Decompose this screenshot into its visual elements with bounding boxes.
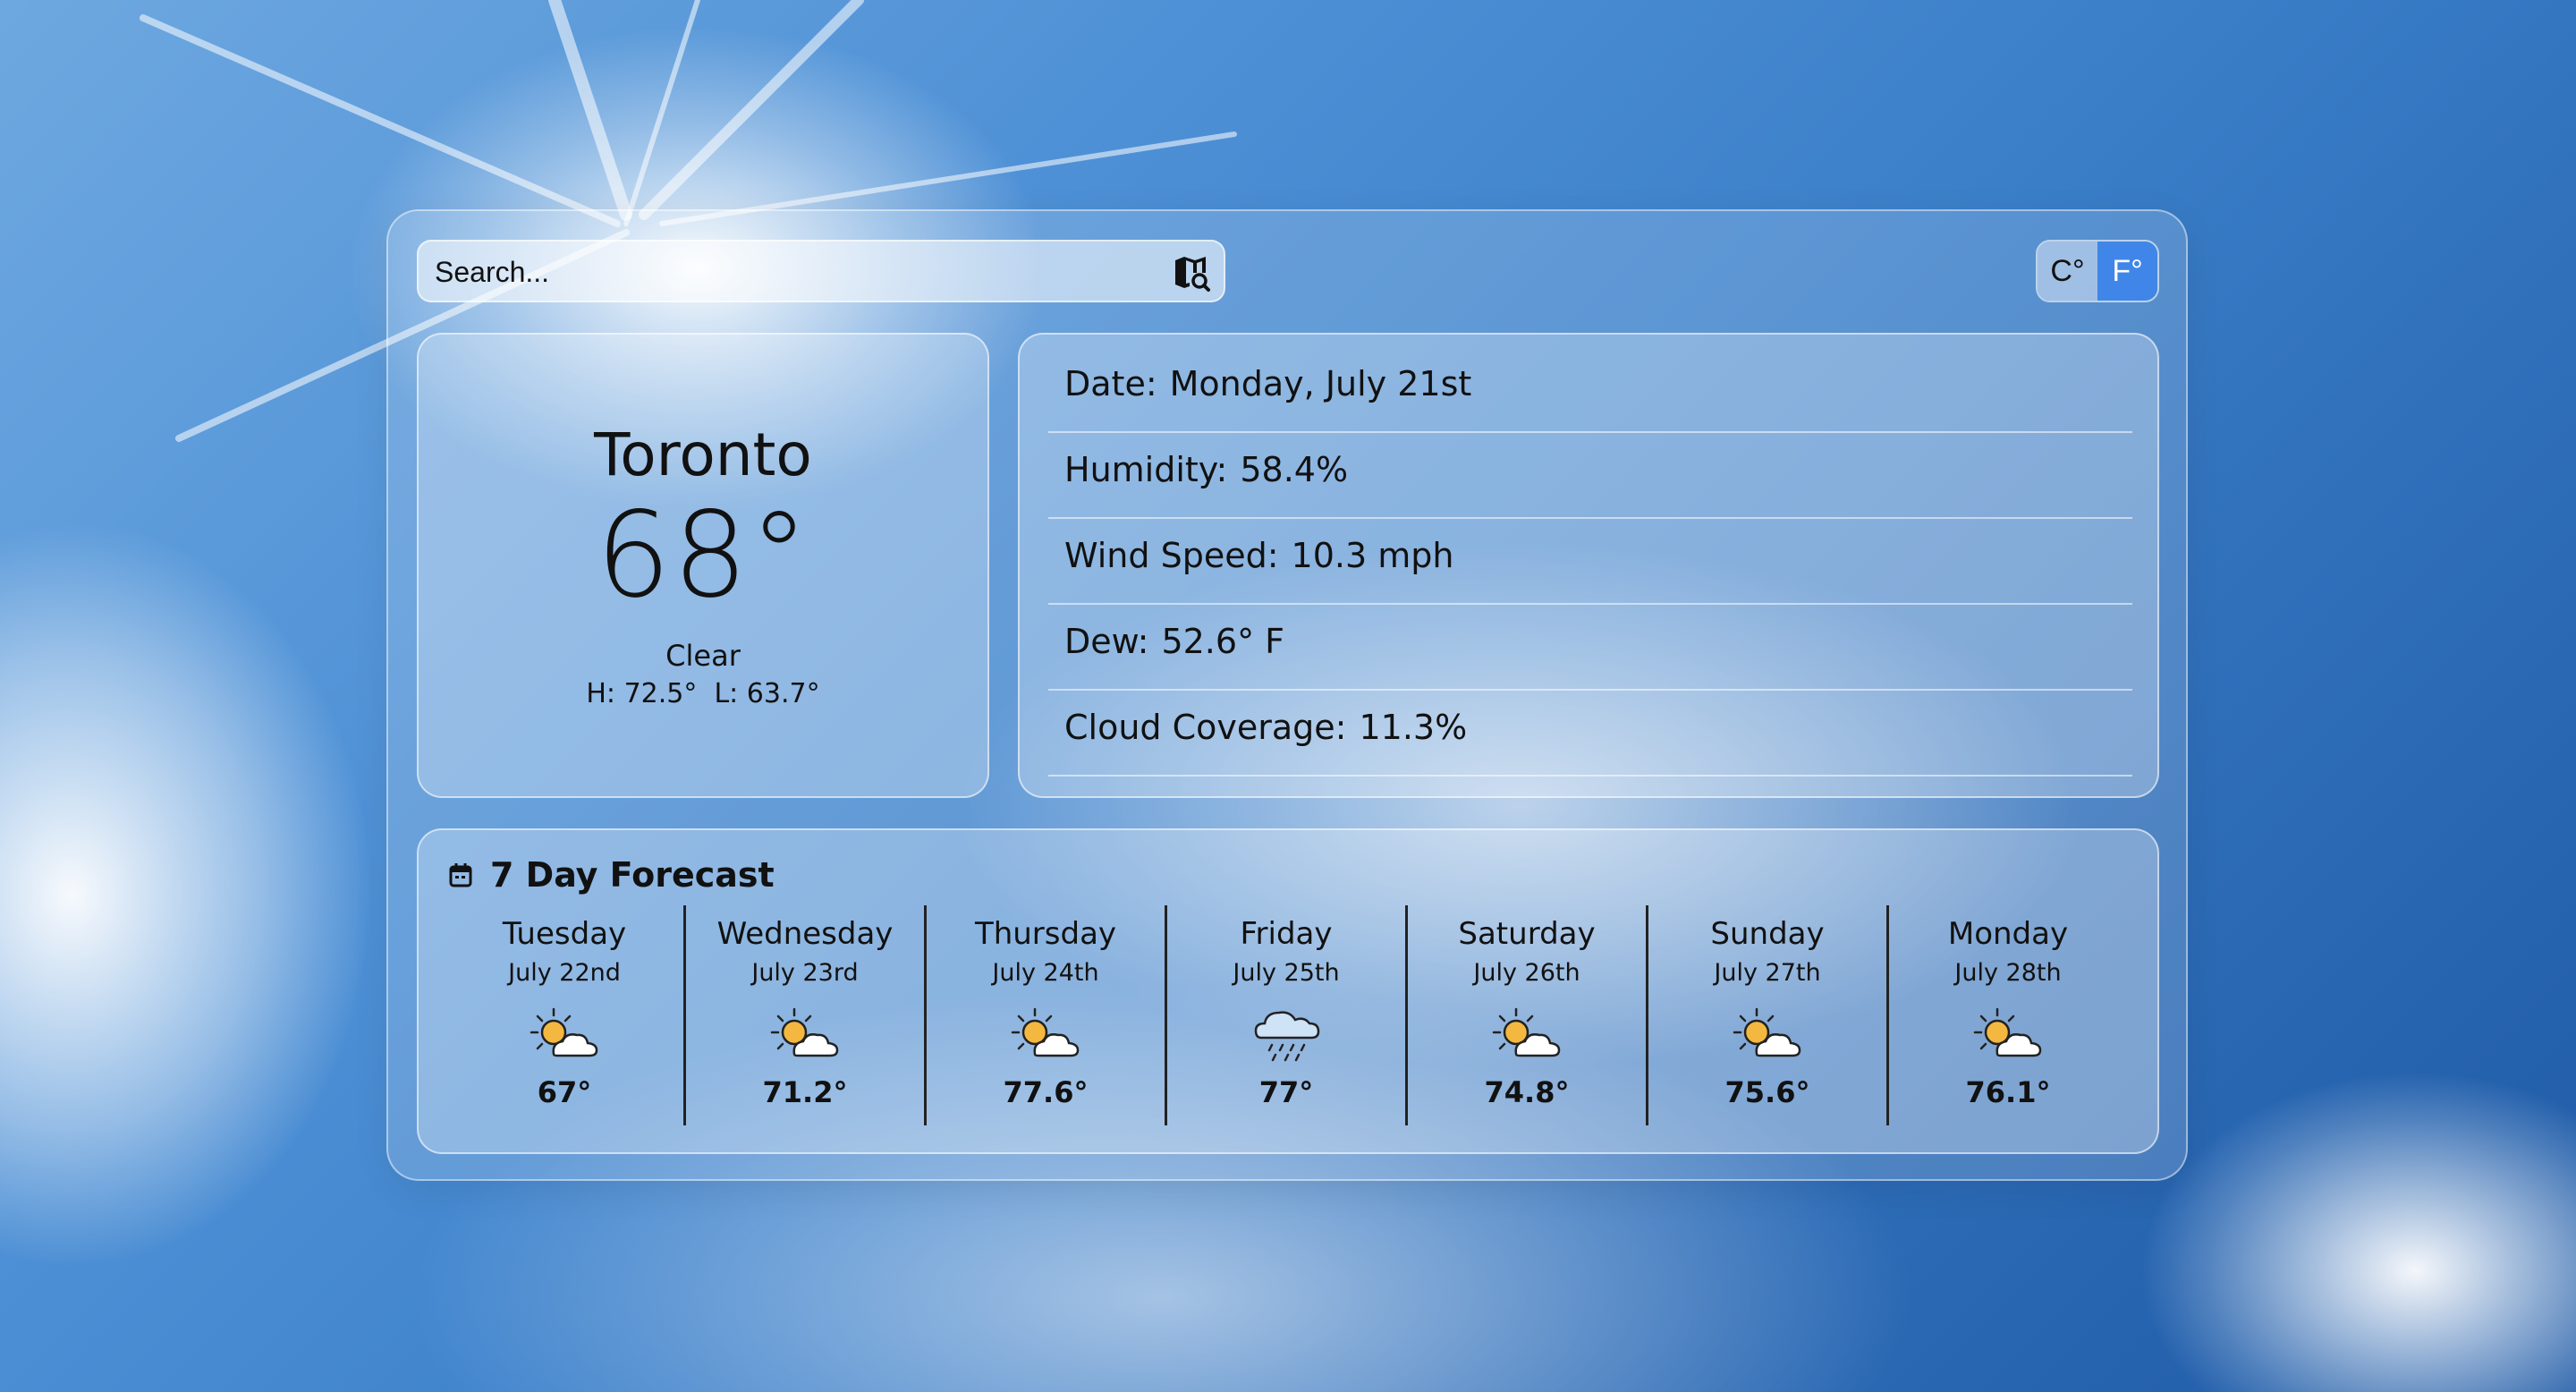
low-temperature: L: 63.7° [714, 678, 820, 709]
partly-cloudy-icon [1973, 1007, 2042, 1057]
detail-label: Dew: [1064, 622, 1149, 661]
high-temperature: H: 72.5° [586, 678, 698, 709]
forecast-day-name: Friday [1240, 916, 1333, 952]
partly-cloudy-icon [1733, 1007, 1801, 1057]
forecast-temperature: 77° [1258, 1075, 1314, 1109]
search-bar [417, 240, 1225, 302]
weather-details-panel: Date: Monday, July 21st Humidity: 58.4% Wi… [1018, 333, 2159, 798]
detail-label: Humidity: [1064, 450, 1228, 489]
forecast-day-date: July 24th [992, 959, 1099, 987]
partly-cloudy-icon [530, 1007, 598, 1057]
forecast-day-name: Saturday [1458, 916, 1596, 952]
forecast-day-date: July 23rd [751, 959, 859, 987]
detail-value: 58.4% [1240, 450, 1349, 489]
forecast-day-date: July 22nd [508, 959, 621, 987]
forecast-day: Sunday July 27th 75.6° [1646, 905, 1886, 1125]
search-input[interactable] [433, 242, 1152, 302]
detail-row-cloud-coverage: Cloud Coverage: 11.3% [1048, 691, 2132, 777]
current-temperature: 68° [596, 487, 810, 624]
rain-icon [1254, 1011, 1320, 1062]
partly-cloudy-icon [1492, 1007, 1561, 1057]
partly-cloudy-icon [1011, 1007, 1080, 1057]
detail-row-dew: Dew: 52.6° F [1048, 605, 2132, 691]
detail-value: 10.3 mph [1291, 536, 1454, 575]
city-name: Toronto [594, 420, 812, 489]
forecast-day: Monday July 28th 76.1° [1886, 905, 2127, 1125]
detail-label: Wind Speed: [1064, 536, 1279, 575]
partly-cloudy-icon [770, 1007, 839, 1057]
high-low: H: 72.5° L: 63.7° [419, 678, 987, 709]
forecast-day-name: Monday [1947, 916, 2069, 952]
forecast-day-date: July 27th [1714, 959, 1821, 987]
map-search-icon[interactable] [1172, 253, 1211, 293]
current-weather-panel: Toronto 68° Clear H: 72.5° L: 63.7° [417, 333, 989, 798]
forecast-temperature: 75.6° [1724, 1075, 1810, 1109]
forecast-days: Tuesday July 22nd 67° Wednesday July 23r… [445, 905, 2127, 1125]
detail-value: 52.6° F [1161, 622, 1284, 661]
forecast-day: Tuesday July 22nd 67° [445, 905, 683, 1125]
forecast-day-date: July 28th [1954, 959, 2062, 987]
forecast-day-name: Thursday [974, 916, 1117, 952]
fahrenheit-button[interactable]: F° [2097, 242, 2157, 301]
detail-row-date: Date: Monday, July 21st [1048, 347, 2132, 433]
detail-row-humidity: Humidity: 58.4% [1048, 433, 2132, 519]
forecast-title: 7 Day Forecast [490, 855, 775, 895]
forecast-day-date: July 25th [1233, 959, 1340, 987]
forecast-panel: 7 Day Forecast Tuesday July 22nd 67° Wed… [417, 828, 2159, 1154]
forecast-day-name: Tuesday [502, 916, 627, 952]
forecast-day-date: July 26th [1473, 959, 1580, 987]
forecast-day-name: Sunday [1710, 916, 1825, 952]
forecast-day-name: Wednesday [716, 916, 894, 952]
forecast-day: Wednesday July 23rd 71.2° [683, 905, 924, 1125]
detail-value: 11.3% [1359, 708, 1468, 747]
calendar-icon [449, 863, 472, 887]
forecast-day: Saturday July 26th 74.8° [1405, 905, 1646, 1125]
detail-value: Monday, July 21st [1169, 364, 1472, 403]
detail-label: Date: [1064, 364, 1157, 403]
forecast-temperature: 67° [537, 1075, 592, 1109]
detail-row-wind-speed: Wind Speed: 10.3 mph [1048, 519, 2132, 605]
weather-condition: Clear [665, 639, 741, 673]
forecast-temperature: 76.1° [1965, 1075, 2051, 1109]
detail-label: Cloud Coverage: [1064, 708, 1347, 747]
forecast-temperature: 71.2° [762, 1075, 848, 1109]
forecast-temperature: 74.8° [1484, 1075, 1570, 1109]
forecast-day: Thursday July 24th 77.6° [924, 905, 1165, 1125]
forecast-day: Friday July 25th 77° [1165, 905, 1405, 1125]
forecast-header: 7 Day Forecast [449, 855, 775, 895]
celsius-button[interactable]: C° [2038, 242, 2097, 301]
forecast-temperature: 77.6° [1003, 1075, 1089, 1109]
unit-toggle: C° F° [2036, 240, 2159, 302]
